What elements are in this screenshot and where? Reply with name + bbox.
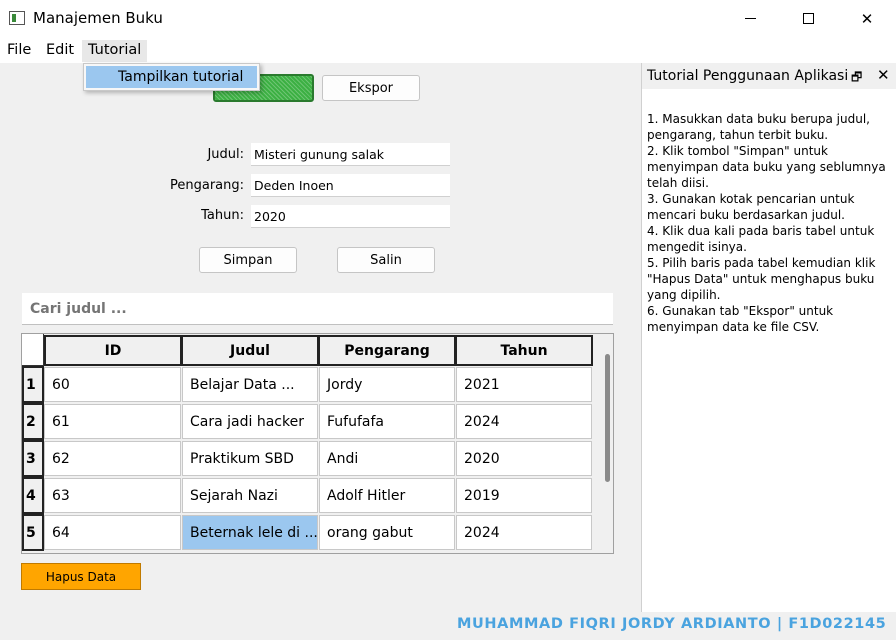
minimize-button[interactable] [721, 0, 779, 37]
row-header[interactable]: 3 [22, 440, 44, 477]
row-header[interactable]: 2 [22, 403, 44, 440]
table-cell-id[interactable]: 64 [44, 515, 181, 550]
judul-label: Judul: [207, 147, 244, 162]
tutorial-step: 5. Pilih baris pada tabel kemudian klik … [647, 256, 876, 302]
table-cell-tahun[interactable]: 2024 [456, 515, 592, 550]
table-cell-id[interactable]: 63 [44, 478, 181, 513]
judul-input[interactable] [251, 143, 450, 166]
column-header-id[interactable]: ID [44, 335, 182, 366]
table-cell-id[interactable]: 60 [44, 367, 181, 402]
main-window: Manajemen Buku ✕ File Edit Tutorial Eksp… [0, 0, 896, 640]
search-input[interactable] [22, 293, 613, 325]
minimize-icon [744, 18, 756, 19]
row-header[interactable]: 4 [22, 477, 44, 514]
scrollbar-thumb[interactable] [605, 354, 610, 482]
column-header-judul[interactable]: Judul [181, 335, 319, 366]
table-cell-tahun[interactable]: 2021 [456, 367, 592, 402]
table-cell-pengarang[interactable]: Jordy [319, 367, 455, 402]
maximize-button[interactable] [779, 0, 837, 37]
table-cell-pengarang[interactable]: Andi [319, 441, 455, 476]
maximize-icon [802, 13, 814, 24]
table-cell-judul[interactable]: Praktikum SBD [182, 441, 318, 476]
author-footer: MUHAMMAD FIQRI JORDY ARDIANTO | F1D02214… [457, 616, 887, 632]
pengarang-input[interactable] [251, 174, 450, 197]
table-cell-judul[interactable]: Cara jadi hacker [182, 404, 318, 439]
table-cell-tahun[interactable]: 2024 [456, 404, 592, 439]
tutorial-step: 4. Klik dua kali pada baris tabel untuk … [647, 224, 875, 254]
tutorial-step: 2. Klik tombol "Simpan" untuk menyimpan … [647, 144, 886, 190]
close-icon: ✕ [860, 9, 874, 28]
title-bar: Manajemen Buku ✕ [0, 0, 896, 37]
table-cell-pengarang[interactable]: orang gabut [319, 515, 455, 550]
table-cell-judul[interactable]: Belajar Data ... [182, 367, 318, 402]
column-header-pengarang[interactable]: Pengarang [318, 335, 456, 366]
table-vertical-scrollbar[interactable] [600, 334, 613, 553]
tutorial-dropdown: Tampilkan tutorial [83, 63, 260, 91]
table-cell-pengarang[interactable]: Fufufafa [319, 404, 455, 439]
tahun-input[interactable] [251, 205, 450, 228]
table-cell-pengarang[interactable]: Adolf Hitler [319, 478, 455, 513]
row-header[interactable]: 1 [22, 366, 44, 403]
menu-bar: File Edit Tutorial [0, 37, 896, 63]
tutorial-step: 1. Masukkan data buku berupa judul, peng… [647, 112, 870, 142]
hapus-data-button[interactable]: Hapus Data [21, 563, 141, 590]
export-button[interactable]: Ekspor [322, 75, 420, 101]
float-icon[interactable]: 🗗 [851, 68, 862, 89]
table-cell-id[interactable]: 62 [44, 441, 181, 476]
books-table: ID Judul Pengarang Tahun 1 60 Belajar Da… [21, 333, 614, 554]
row-header[interactable]: 5 [22, 514, 44, 551]
simpan-button[interactable]: Simpan [199, 247, 297, 273]
menu-item-show-tutorial[interactable]: Tampilkan tutorial [86, 66, 257, 88]
app-icon [9, 11, 25, 25]
dock-close-icon[interactable]: ✕ [877, 66, 890, 84]
tutorial-text: 1. Masukkan data buku berupa judul, peng… [647, 111, 895, 335]
menu-file[interactable]: File [1, 40, 37, 62]
tutorial-dock-panel: Tutorial Penggunaan Aplikasi 🗗 ✕ 1. Masu… [641, 63, 896, 612]
table-cell-judul[interactable]: Sejarah Nazi [182, 478, 318, 513]
tutorial-step: 3. Gunakan kotak pencarian untuk mencari… [647, 192, 855, 222]
table-cell-tahun[interactable]: 2019 [456, 478, 592, 513]
menu-tutorial[interactable]: Tutorial [82, 40, 148, 62]
table-corner[interactable] [22, 334, 44, 366]
salin-button[interactable]: Salin [337, 247, 435, 273]
table-cell-judul-selected[interactable]: Beternak lele di ... [182, 515, 318, 550]
table-cell-tahun[interactable]: 2020 [456, 441, 592, 476]
pengarang-label: Pengarang: [169, 178, 244, 193]
tahun-label: Tahun: [201, 208, 244, 223]
table-cell-id[interactable]: 61 [44, 404, 181, 439]
window-title: Manajemen Buku [33, 9, 163, 27]
column-header-tahun[interactable]: Tahun [455, 335, 593, 366]
tutorial-step: 6. Gunakan tab "Ekspor" untuk menyimpan … [647, 304, 834, 334]
close-button[interactable]: ✕ [838, 0, 896, 37]
menu-edit[interactable]: Edit [40, 40, 80, 62]
